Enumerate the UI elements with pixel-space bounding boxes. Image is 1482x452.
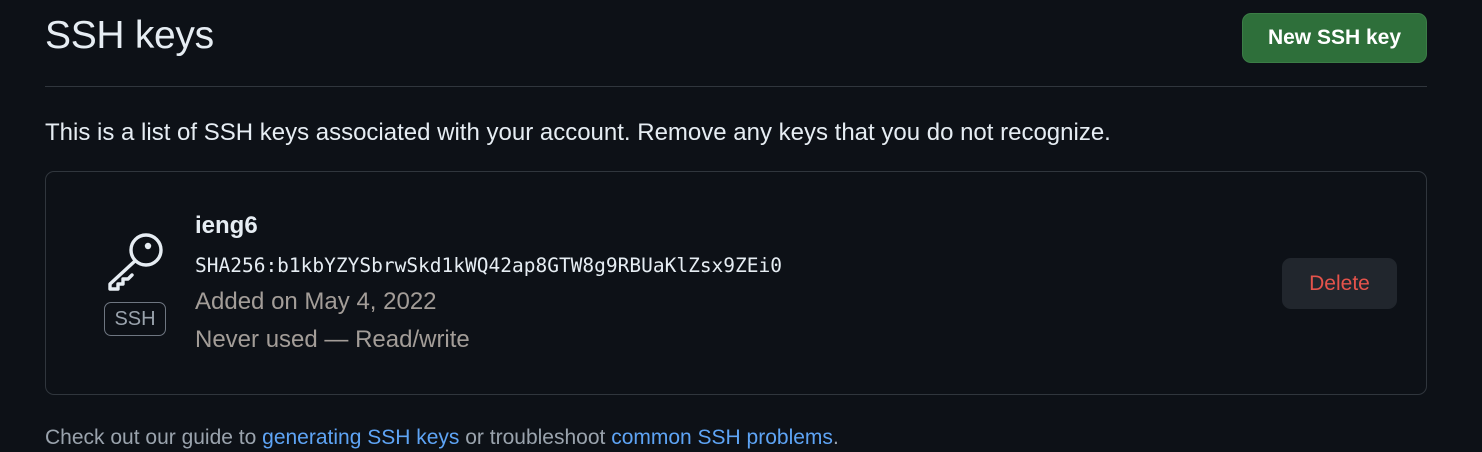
- ssh-keys-page: SSH keys New SSH key This is a list of S…: [0, 0, 1482, 452]
- page-title: SSH keys: [45, 14, 214, 57]
- delete-key-button[interactable]: Delete: [1282, 258, 1397, 309]
- help-footer: Check out our guide to generating SSH ke…: [45, 426, 839, 450]
- intro-text: This is a list of SSH keys associated wi…: [45, 119, 1111, 146]
- key-usage-status: Never used — Read/write: [195, 326, 470, 353]
- key-title: ieng6: [195, 212, 258, 239]
- key-added-date: Added on May 4, 2022: [195, 288, 437, 315]
- key-fingerprint: SHA256:b1kbYZYSbrwSkd1kWQ42ap8GTW8g9RBUa…: [195, 254, 782, 277]
- generating-ssh-keys-link[interactable]: generating SSH keys: [262, 426, 459, 449]
- key-type-badge: SSH: [104, 302, 166, 336]
- footer-suffix: .: [832, 426, 839, 449]
- footer-prefix: Check out our guide to: [45, 426, 263, 449]
- key-icon: [108, 233, 163, 291]
- page-header: SSH keys New SSH key: [45, 0, 1427, 87]
- common-ssh-problems-link[interactable]: common SSH problems: [611, 426, 833, 449]
- ssh-key-item: SSH ieng6 SHA256:b1kbYZYSbrwSkd1kWQ42ap8…: [45, 171, 1427, 395]
- new-ssh-key-button[interactable]: New SSH key: [1242, 13, 1427, 63]
- footer-middle: or troubleshoot: [459, 426, 612, 449]
